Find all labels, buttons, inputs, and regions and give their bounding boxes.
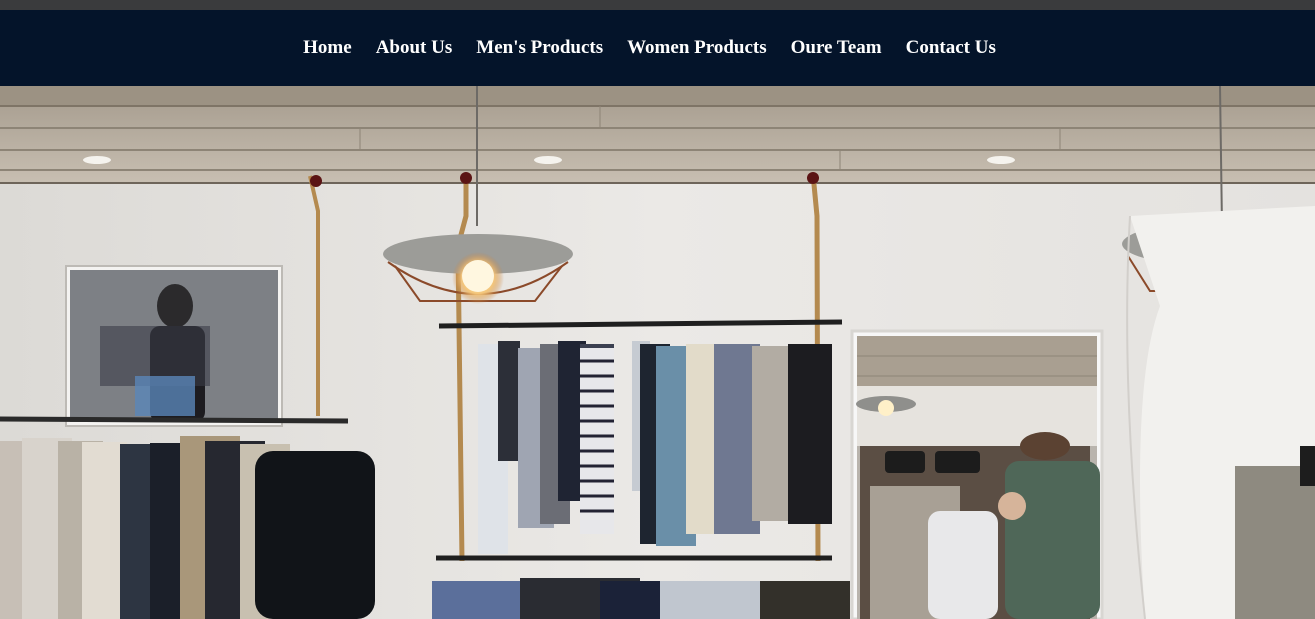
wall-poster [65, 265, 283, 427]
main-navbar: Home About Us Men's Products Women Produ… [0, 10, 1315, 86]
hero-image [0, 86, 1315, 619]
nav-link-mens-products[interactable]: Men's Products [464, 37, 615, 58]
nav-link-contact-us[interactable]: Contact Us [894, 37, 1008, 58]
nav-link-our-team[interactable]: Oure Team [779, 37, 894, 58]
wooden-ceiling [0, 86, 1315, 184]
nav-link-about-us[interactable]: About Us [364, 37, 465, 58]
fitting-room-curtain [1126, 206, 1315, 619]
nav-link-home[interactable]: Home [291, 37, 364, 58]
nav-link-women-products[interactable]: Women Products [615, 37, 779, 58]
mirror-reflection [850, 329, 1104, 619]
nav-list: Home About Us Men's Products Women Produ… [291, 37, 1008, 59]
striped-shirt [580, 348, 614, 534]
browser-top-strip [0, 0, 1315, 10]
clothing-store-illustration [0, 86, 1315, 619]
